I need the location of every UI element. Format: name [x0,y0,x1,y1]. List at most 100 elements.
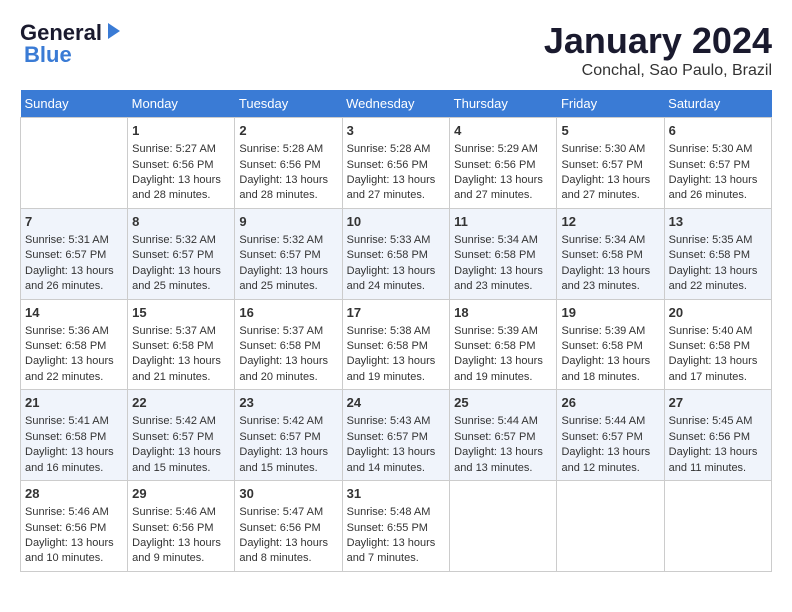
cell-info: Sunrise: 5:28 AM [347,142,446,157]
cell-info: Sunset: 6:56 PM [25,521,123,536]
header-wednesday: Wednesday [342,90,450,118]
cell-info: Daylight: 13 hours and 15 minutes. [132,445,230,476]
cell-info: Sunset: 6:56 PM [669,430,767,445]
calendar-cell: 22Sunrise: 5:42 AMSunset: 6:57 PMDayligh… [128,390,235,481]
week-row-1: 1Sunrise: 5:27 AMSunset: 6:56 PMDaylight… [21,118,772,209]
day-number: 6 [669,122,767,140]
cell-info: Sunrise: 5:37 AM [239,324,337,339]
cell-info: Sunset: 6:58 PM [347,339,446,354]
calendar-cell: 5 Sunrise: 5:30 AMSunset: 6:57 PMDaylight… [557,118,664,209]
page-header: General Blue January 2024 Conchal, Sao P… [20,20,772,80]
calendar-cell: 28Sunrise: 5:46 AMSunset: 6:56 PMDayligh… [21,481,128,572]
calendar-cell [557,481,664,572]
cell-info: Sunset: 6:58 PM [347,248,446,263]
calendar-cell: 19 Sunrise: 5:39 AMSunset: 6:58 PMDayligh… [557,299,664,390]
cell-info: Daylight: 13 hours and 27 minutes. [561,173,659,204]
day-number: 5 [561,122,659,140]
cell-info: Sunrise: 5:27 AM [132,142,230,157]
cell-info: Sunrise: 5:32 AM [132,233,230,248]
cell-info: Sunset: 6:58 PM [561,339,659,354]
cell-info: Daylight: 13 hours and 17 minutes. [669,354,767,385]
cell-info: Sunset: 6:58 PM [132,339,230,354]
day-number: 18 [454,304,552,322]
cell-info: Sunrise: 5:35 AM [669,233,767,248]
cell-info: Sunset: 6:57 PM [561,158,659,173]
calendar-cell: 29Sunrise: 5:46 AMSunset: 6:56 PMDayligh… [128,481,235,572]
day-number: 3 [347,122,446,140]
day-number: 10 [347,213,446,231]
cell-info: Daylight: 13 hours and 26 minutes. [25,264,123,295]
calendar-cell: 7Sunrise: 5:31 AMSunset: 6:57 PMDaylight… [21,208,128,299]
cell-info: Sunrise: 5:30 AM [561,142,659,157]
cell-info: Sunrise: 5:28 AM [239,142,337,157]
header-thursday: Thursday [450,90,557,118]
calendar-cell: 4Sunrise: 5:29 AMSunset: 6:56 PMDaylight… [450,118,557,209]
cell-info: Sunset: 6:58 PM [25,339,123,354]
cell-info: Daylight: 13 hours and 25 minutes. [239,264,337,295]
title-area: January 2024 Conchal, Sao Paulo, Brazil [544,20,772,80]
calendar-cell: 9Sunrise: 5:32 AMSunset: 6:57 PMDaylight… [235,208,342,299]
day-number: 23 [239,394,337,412]
cell-info: Sunset: 6:58 PM [454,339,552,354]
cell-info: Sunset: 6:58 PM [561,248,659,263]
cell-info: Daylight: 13 hours and 18 minutes. [561,354,659,385]
cell-info: Sunrise: 5:39 AM [561,324,659,339]
cell-info: Sunset: 6:56 PM [239,158,337,173]
day-number: 16 [239,304,337,322]
calendar-cell: 25Sunrise: 5:44 AMSunset: 6:57 PMDayligh… [450,390,557,481]
header-sunday: Sunday [21,90,128,118]
cell-info: Sunrise: 5:47 AM [239,505,337,520]
calendar-cell [450,481,557,572]
cell-info: Daylight: 13 hours and 7 minutes. [347,536,446,567]
calendar-cell: 24Sunrise: 5:43 AMSunset: 6:57 PMDayligh… [342,390,450,481]
cell-info: Sunset: 6:58 PM [669,339,767,354]
calendar-cell [664,481,771,572]
calendar-table: SundayMondayTuesdayWednesdayThursdayFrid… [20,90,772,572]
cell-info: Daylight: 13 hours and 24 minutes. [347,264,446,295]
location-title: Conchal, Sao Paulo, Brazil [544,62,772,80]
cell-info: Sunset: 6:57 PM [25,248,123,263]
calendar-cell: 10 Sunrise: 5:33 AMSunset: 6:58 PMDayligh… [342,208,450,299]
cell-info: Sunset: 6:57 PM [132,430,230,445]
calendar-cell: 20Sunrise: 5:40 AMSunset: 6:58 PMDayligh… [664,299,771,390]
cell-info: Sunrise: 5:41 AM [25,414,123,429]
cell-info: Daylight: 13 hours and 20 minutes. [239,354,337,385]
cell-info: Sunset: 6:57 PM [347,430,446,445]
cell-info: Sunset: 6:58 PM [239,339,337,354]
cell-info: Sunrise: 5:33 AM [347,233,446,248]
cell-info: Daylight: 13 hours and 26 minutes. [669,173,767,204]
cell-info: Sunrise: 5:46 AM [132,505,230,520]
cell-info: Daylight: 13 hours and 16 minutes. [25,445,123,476]
header-tuesday: Tuesday [235,90,342,118]
calendar-cell: 11Sunrise: 5:34 AMSunset: 6:58 PMDayligh… [450,208,557,299]
logo: General Blue [20,20,124,68]
cell-info: Sunrise: 5:48 AM [347,505,446,520]
cell-info: Sunrise: 5:31 AM [25,233,123,248]
cell-info: Sunrise: 5:34 AM [561,233,659,248]
day-number: 15 [132,304,230,322]
calendar-cell: 6Sunrise: 5:30 AMSunset: 6:57 PMDaylight… [664,118,771,209]
calendar-cell: 17Sunrise: 5:38 AMSunset: 6:58 PMDayligh… [342,299,450,390]
cell-info: Sunset: 6:58 PM [25,430,123,445]
cell-info: Sunrise: 5:34 AM [454,233,552,248]
calendar-cell: 18Sunrise: 5:39 AMSunset: 6:58 PMDayligh… [450,299,557,390]
cell-info: Daylight: 13 hours and 10 minutes. [25,536,123,567]
day-number: 28 [25,485,123,503]
calendar-cell: 16 Sunrise: 5:37 AMSunset: 6:58 PMDayligh… [235,299,342,390]
day-number: 25 [454,394,552,412]
day-number: 19 [561,304,659,322]
calendar-cell: 3Sunrise: 5:28 AMSunset: 6:56 PMDaylight… [342,118,450,209]
cell-info: Sunset: 6:58 PM [454,248,552,263]
cell-info: Sunrise: 5:37 AM [132,324,230,339]
cell-info: Daylight: 13 hours and 21 minutes. [132,354,230,385]
cell-info: Daylight: 13 hours and 19 minutes. [454,354,552,385]
calendar-cell [21,118,128,209]
calendar-cell: 8Sunrise: 5:32 AMSunset: 6:57 PMDaylight… [128,208,235,299]
header-friday: Friday [557,90,664,118]
cell-info: Sunrise: 5:44 AM [561,414,659,429]
cell-info: Sunset: 6:57 PM [669,158,767,173]
cell-info: Sunset: 6:56 PM [347,158,446,173]
week-row-3: 14Sunrise: 5:36 AMSunset: 6:58 PMDayligh… [21,299,772,390]
cell-info: Daylight: 13 hours and 15 minutes. [239,445,337,476]
calendar-cell: 21Sunrise: 5:41 AMSunset: 6:58 PMDayligh… [21,390,128,481]
